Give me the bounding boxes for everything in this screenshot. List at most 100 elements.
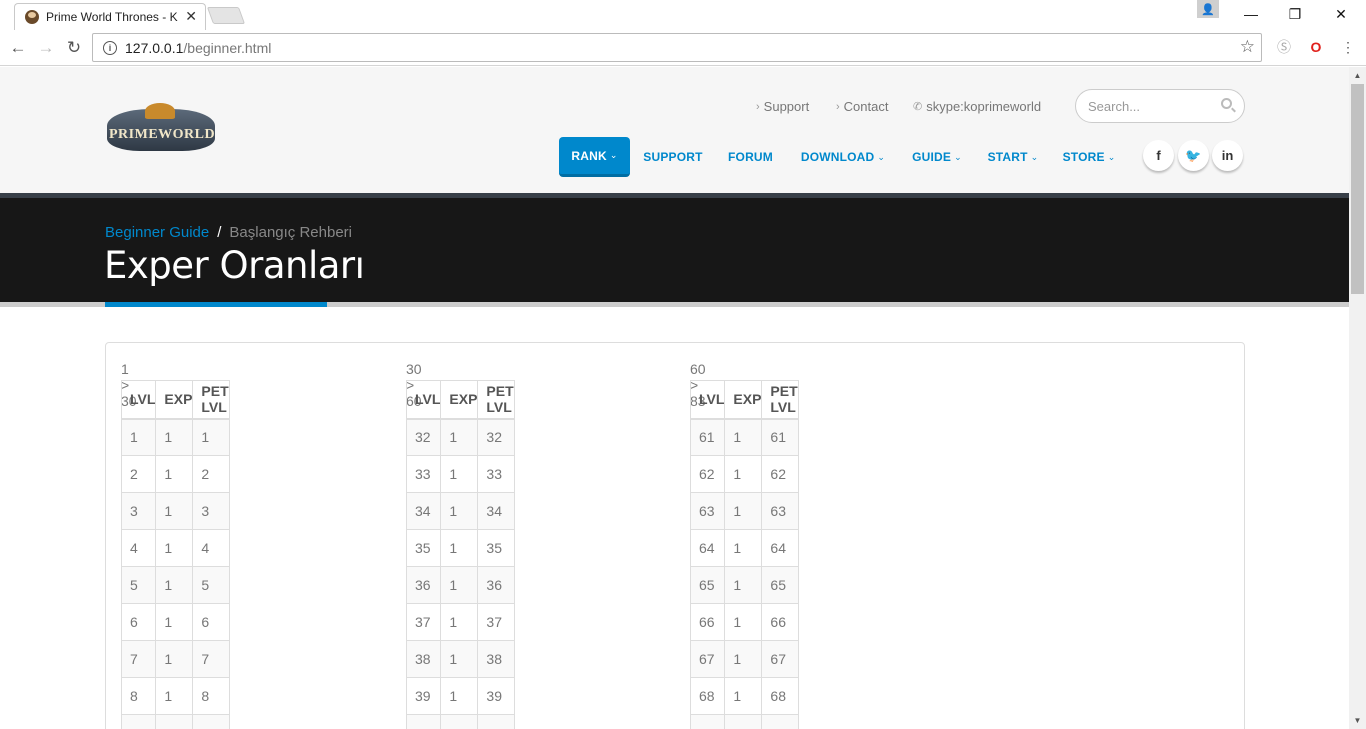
close-window-icon[interactable]: ✕ xyxy=(1318,0,1364,28)
search-icon[interactable] xyxy=(1221,98,1232,109)
url-host: 127.0.0.1 xyxy=(125,39,184,56)
cell-lvl: 32 xyxy=(405,418,442,456)
reload-icon[interactable]: ↻ xyxy=(63,37,85,59)
cell-exp: 1 xyxy=(724,492,763,530)
site-info-icon[interactable]: i xyxy=(103,40,117,55)
table-row: 66 1 66 xyxy=(689,603,799,641)
top-link-skype[interactable]: ✆ skype:koprimeworld xyxy=(913,99,1041,114)
breadcrumb-current: Başlangıç Rehberi xyxy=(229,224,352,241)
menu-forum[interactable]: FORUM xyxy=(719,137,782,177)
website-viewport: PRIMEWORLD › Support › Contact ✆ skype:kopr… xyxy=(0,67,1349,729)
breadcrumb-home-link[interactable]: Beginner Guide xyxy=(105,224,209,241)
back-icon[interactable]: ← xyxy=(7,37,29,59)
cell-lvl: 33 xyxy=(405,455,442,493)
chevron-down-icon: ⌄ xyxy=(1107,151,1116,162)
restore-icon[interactable]: ❐ xyxy=(1272,0,1318,28)
page-title: Exper Oranları xyxy=(104,244,365,287)
menu-label: START xyxy=(987,150,1028,164)
menu-label: STORE xyxy=(1062,150,1105,164)
logo-crest xyxy=(145,103,175,119)
table-row: 717 xyxy=(120,640,230,678)
table-row: 36 1 36 xyxy=(405,566,515,604)
browser-menu-icon[interactable]: ⋮ xyxy=(1339,38,1357,56)
menu-store[interactable]: STORE ⌄ xyxy=(1056,137,1122,177)
site-header: PRIMEWORLD › Support › Contact ✆ skype:kopr… xyxy=(0,67,1349,193)
linkedin-icon[interactable]: in xyxy=(1212,140,1243,171)
chevron-right-icon: › xyxy=(836,100,840,113)
cell-pet-lvl: 33 xyxy=(477,455,515,493)
cell-empty xyxy=(724,714,763,729)
cell-pet-lvl: 2 xyxy=(192,455,230,493)
page-title-bar: Beginner Guide / Başlangıç Rehberi Exper O… xyxy=(0,193,1349,307)
table-row xyxy=(120,714,230,729)
table-row: 111 xyxy=(120,418,230,456)
menu-rank[interactable]: RANK ⌄ xyxy=(559,137,630,177)
cell-empty xyxy=(155,714,194,729)
bookmark-star-icon[interactable]: ☆ xyxy=(1240,37,1255,57)
cell-lvl: 38 xyxy=(405,640,442,678)
header-lvl: LVL xyxy=(405,380,442,420)
menu-label: SUPPORT xyxy=(643,150,703,164)
scroll-down-icon[interactable]: ▼ xyxy=(1349,712,1366,729)
menu-support[interactable]: SUPPORT xyxy=(637,137,709,177)
phone-icon: ✆ xyxy=(913,101,923,113)
cell-pet-lvl: 38 xyxy=(477,640,515,678)
table-row: 616 xyxy=(120,603,230,641)
new-tab-button[interactable] xyxy=(206,7,246,24)
exp-table: LVL EXP PET LVL 32 1 32 33 1 33 34 1 34 35 1 35 36 1 3… xyxy=(405,380,515,729)
cell-exp: 1 xyxy=(155,418,194,456)
skype-extension-icon[interactable]: Ⓢ xyxy=(1275,38,1293,56)
site-logo[interactable]: PRIMEWORLD xyxy=(107,103,215,155)
header-exp: EXP xyxy=(155,380,194,420)
cell-lvl: 68 xyxy=(689,677,726,715)
chevron-down-icon: ⌄ xyxy=(609,150,618,160)
top-link-label: Contact xyxy=(843,99,889,114)
cell-exp: 1 xyxy=(440,455,479,493)
cell-empty xyxy=(477,714,515,729)
cell-lvl: 7 xyxy=(120,640,157,678)
cell-exp: 1 xyxy=(440,418,479,456)
opera-extension-icon[interactable]: O xyxy=(1307,38,1325,56)
breadcrumb: Beginner Guide / Başlangıç Rehberi xyxy=(105,224,352,241)
browser-tab[interactable]: Prime World Thrones - K ✕ xyxy=(14,3,206,30)
cell-lvl: 66 xyxy=(689,603,726,641)
menu-guide[interactable]: GUIDE ⌄ xyxy=(905,137,969,177)
table-row: 212 xyxy=(120,455,230,493)
cell-exp: 1 xyxy=(155,492,194,530)
facebook-icon[interactable]: f xyxy=(1143,140,1174,171)
top-link-support[interactable]: › Support xyxy=(756,99,809,114)
cell-exp: 1 xyxy=(155,455,194,493)
page-scrollbar[interactable]: ▲ ▼ xyxy=(1349,67,1366,729)
menu-start[interactable]: START ⌄ xyxy=(981,137,1045,177)
cell-pet-lvl: 34 xyxy=(477,492,515,530)
close-tab-icon[interactable]: ✕ xyxy=(185,8,197,25)
content-panel: 1 > 30 LVL EXP PET LVL 11121231341451561… xyxy=(105,342,1245,729)
table-row: 62 1 62 xyxy=(689,455,799,493)
menu-label: GUIDE xyxy=(912,150,952,164)
forward-icon[interactable]: → xyxy=(35,37,57,59)
twitter-icon[interactable]: 🐦 xyxy=(1178,140,1209,171)
cell-lvl: 6 xyxy=(120,603,157,641)
scrollbar-thumb[interactable] xyxy=(1351,84,1364,294)
cell-pet-lvl: 62 xyxy=(761,455,799,493)
cell-pet-lvl: 7 xyxy=(192,640,230,678)
cell-exp: 1 xyxy=(724,529,763,567)
search-input[interactable]: Search... xyxy=(1075,89,1245,123)
cell-exp: 1 xyxy=(155,529,194,567)
cell-pet-lvl: 63 xyxy=(761,492,799,530)
top-link-contact[interactable]: › Contact xyxy=(836,99,888,114)
cell-lvl: 62 xyxy=(689,455,726,493)
minimize-icon[interactable]: — xyxy=(1228,0,1274,28)
menu-download[interactable]: DOWNLOAD ⌄ xyxy=(793,137,893,177)
cell-pet-lvl: 1 xyxy=(192,418,230,456)
top-link-label: Support xyxy=(763,99,810,114)
cell-lvl: 63 xyxy=(689,492,726,530)
table-row: 34 1 34 xyxy=(405,492,515,530)
table-row: 63 1 63 xyxy=(689,492,799,530)
scroll-up-icon[interactable]: ▲ xyxy=(1349,67,1366,84)
url-path: /beginner.html xyxy=(183,39,272,56)
cell-exp: 1 xyxy=(440,529,479,567)
address-bar[interactable]: i 127.0.0.1/beginner.html ☆ xyxy=(92,33,1262,62)
profile-icon[interactable]: 👤 xyxy=(1197,0,1219,18)
cell-empty xyxy=(405,714,442,729)
